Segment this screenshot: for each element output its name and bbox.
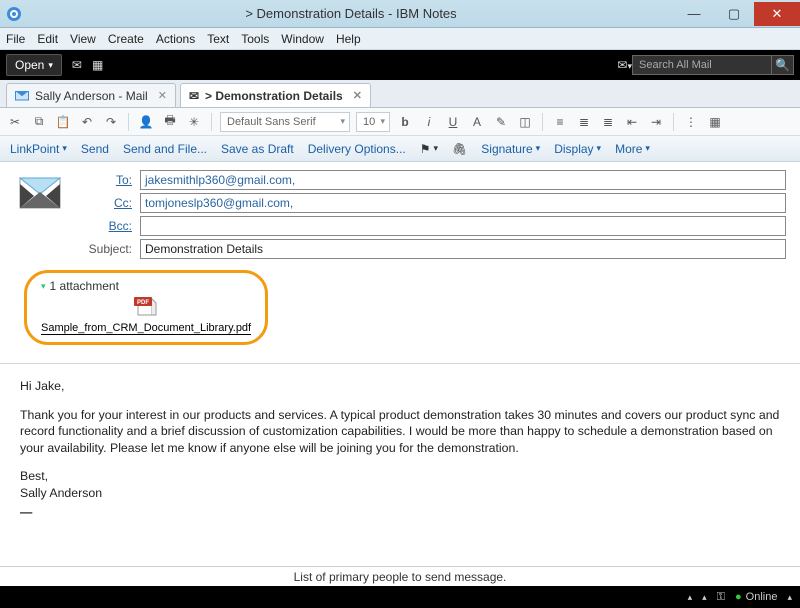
body-caret: —	[20, 504, 780, 521]
open-button[interactable]: Open ▾	[6, 54, 62, 76]
menu-edit[interactable]: Edit	[37, 32, 58, 46]
contact-icon[interactable]: 👤	[137, 113, 155, 131]
attachment-area: ▾ 1 attachment PDF Sample_from_CRM_Docum…	[24, 270, 268, 345]
status-bar: ▴ ▴ ⚿ ●Online ▴	[0, 586, 800, 608]
more-format-icon[interactable]: ⋮	[682, 113, 700, 131]
body-paragraph: Thank you for your interest in our produ…	[20, 407, 780, 457]
menu-bar: File Edit View Create Actions Text Tools…	[0, 28, 800, 50]
to-label[interactable]: To:	[78, 173, 132, 187]
tab-label: Sally Anderson - Mail	[35, 89, 148, 103]
bold-icon[interactable]: b	[396, 113, 414, 131]
message-body[interactable]: Hi Jake, Thank you for your interest in …	[0, 374, 800, 566]
maximize-button[interactable]: ▢	[714, 2, 754, 26]
print-icon[interactable]: 🖶	[161, 113, 179, 131]
menu-window[interactable]: Window	[281, 32, 324, 46]
copy-icon[interactable]: ⧉	[30, 113, 48, 131]
tab-strip: Sally Anderson - Mail ✕ ✉ > Demonstratio…	[0, 80, 800, 108]
undo-icon[interactable]: ↶	[78, 113, 96, 131]
outdent-icon[interactable]: ⇤	[623, 113, 641, 131]
menu-tools[interactable]: Tools	[241, 32, 269, 46]
cc-label[interactable]: Cc:	[78, 196, 132, 210]
title-bar: > Demonstration Details - IBM Notes — ▢ …	[0, 0, 800, 28]
window-title: > Demonstration Details - IBM Notes	[28, 6, 674, 21]
attachment-filename: Sample_from_CRM_Document_Library.pdf	[41, 322, 251, 335]
action-bar: LinkPoint▾ Send Send and File... Save as…	[0, 136, 800, 162]
reply-mail-icon[interactable]: ✉▾	[617, 58, 632, 72]
menu-view[interactable]: View	[70, 32, 96, 46]
subject-label: Subject:	[78, 242, 132, 256]
tab-compose[interactable]: ✉ > Demonstration Details ✕	[180, 83, 371, 107]
paste-icon[interactable]: 📋	[54, 113, 72, 131]
underline-icon[interactable]: U	[444, 113, 462, 131]
message-header: To: jakesmithlp360@gmail.com, Cc: tomjon…	[0, 162, 800, 268]
highlight-icon[interactable]: ✎	[492, 113, 510, 131]
mail-tab-icon	[15, 91, 29, 101]
menu-help[interactable]: Help	[336, 32, 361, 46]
attachment-item[interactable]: PDF Sample_from_CRM_Document_Library.pdf	[41, 297, 251, 334]
body-signature: Sally Anderson	[20, 485, 780, 502]
envelope-icon	[14, 174, 66, 218]
fontsize-select[interactable]: 10	[356, 112, 390, 132]
key-icon[interactable]: ⚿	[717, 591, 725, 604]
menu-text[interactable]: Text	[207, 32, 229, 46]
menu-actions[interactable]: Actions	[156, 32, 195, 46]
save-draft-button[interactable]: Save as Draft	[221, 142, 294, 156]
display-button[interactable]: Display▾	[554, 142, 601, 156]
search-button[interactable]: 🔍	[772, 55, 794, 75]
compose-tab-icon: ✉	[189, 89, 199, 103]
svg-text:PDF: PDF	[137, 300, 149, 306]
send-file-button[interactable]: Send and File...	[123, 142, 207, 156]
attach-icon[interactable]: 🖇	[452, 142, 467, 156]
linkpoint-button[interactable]: LinkPoint▾	[10, 142, 67, 156]
flag-icon[interactable]: ⚑▾	[420, 142, 438, 156]
close-button[interactable]: ✕	[754, 2, 800, 26]
menu-create[interactable]: Create	[108, 32, 144, 46]
delivery-options-button[interactable]: Delivery Options...	[308, 142, 406, 156]
status-chevron-icon[interactable]: ▴	[702, 592, 707, 603]
subject-field[interactable]: Demonstration Details	[140, 239, 786, 259]
italic-icon[interactable]: i	[420, 113, 438, 131]
redo-icon[interactable]: ↷	[102, 113, 120, 131]
bcc-label[interactable]: Bcc:	[78, 219, 132, 233]
tab-mailbox[interactable]: Sally Anderson - Mail ✕	[6, 83, 176, 107]
body-closing: Best,	[20, 468, 780, 485]
menu-file[interactable]: File	[6, 32, 25, 46]
align-left-icon[interactable]: ≡	[551, 113, 569, 131]
number-list-icon[interactable]: ≣	[599, 113, 617, 131]
to-field[interactable]: jakesmithlp360@gmail.com,	[140, 170, 786, 190]
clear-icon[interactable]: ◫	[516, 113, 534, 131]
cut-icon[interactable]: ✂	[6, 113, 24, 131]
send-button[interactable]: Send	[81, 142, 109, 156]
bullet-list-icon[interactable]: ≣	[575, 113, 593, 131]
cc-field[interactable]: tomjoneslp360@gmail.com,	[140, 193, 786, 213]
table-icon[interactable]: ▦	[706, 113, 724, 131]
attachment-count: 1 attachment	[50, 279, 119, 293]
calendar-icon[interactable]: ▦	[92, 58, 103, 72]
mail-icon[interactable]: ✉	[72, 58, 82, 72]
signature-button[interactable]: Signature▾	[481, 142, 540, 156]
expand-icon[interactable]: ▾	[41, 281, 46, 292]
fontcolor-icon[interactable]: A	[468, 113, 486, 131]
tab-label: > Demonstration Details	[205, 89, 343, 103]
status-chevron-icon[interactable]: ▴	[688, 592, 693, 603]
body-greeting: Hi Jake,	[20, 378, 780, 395]
indent-icon[interactable]: ⇥	[647, 113, 665, 131]
close-tab-icon[interactable]: ✕	[353, 89, 362, 102]
close-tab-icon[interactable]: ✕	[158, 89, 167, 102]
info-bar: List of primary people to send message.	[0, 566, 800, 586]
more-button[interactable]: More▾	[615, 142, 650, 156]
search-input[interactable]: Search All Mail	[632, 55, 772, 75]
app-icon	[0, 6, 28, 22]
star-icon[interactable]: ✳	[185, 113, 203, 131]
online-status[interactable]: ●Online	[735, 591, 777, 603]
font-select[interactable]: Default Sans Serif	[220, 112, 350, 132]
status-menu-icon[interactable]: ▴	[787, 592, 792, 603]
pdf-icon: PDF	[134, 297, 158, 320]
divider	[0, 363, 800, 364]
minimize-button[interactable]: —	[674, 2, 714, 26]
bcc-field[interactable]	[140, 216, 786, 236]
main-toolbar: Open ▾ ✉ ▦ ✉▾ Search All Mail 🔍	[0, 50, 800, 80]
format-toolbar: ✂ ⧉ 📋 ↶ ↷ 👤 🖶 ✳ Default Sans Serif 10 b …	[0, 108, 800, 136]
